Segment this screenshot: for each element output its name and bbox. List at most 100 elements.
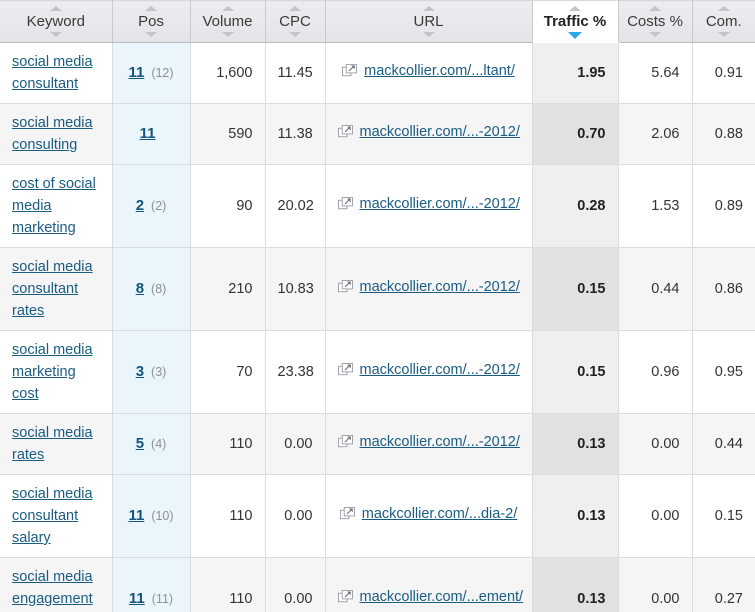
cell-url: mackcollier.com/...-2012/ (325, 413, 533, 475)
url-cell-inner: mackcollier.com/...-2012/ (337, 276, 520, 298)
column-header-pos[interactable]: Pos (112, 0, 191, 43)
url-link[interactable]: mackcollier.com/...ltant/ (364, 60, 515, 82)
cell-competition: 0.89 (692, 164, 755, 248)
sort-desc-icon[interactable] (49, 32, 62, 37)
url-cell-inner: mackcollier.com/...ltant/ (342, 60, 515, 82)
sort-asc-icon[interactable] (145, 6, 157, 11)
cell-position: 5 (4) (112, 413, 191, 475)
external-link-icon[interactable] (337, 124, 353, 140)
cell-keyword: social media consulting (0, 103, 113, 165)
cell-url: mackcollier.com/...-2012/ (325, 330, 533, 414)
position-link[interactable]: 11 (140, 125, 156, 142)
sort-desc-icon[interactable] (422, 32, 435, 37)
position-link[interactable]: 11 (128, 64, 144, 81)
column-header-com[interactable]: Com. (692, 0, 755, 43)
position-link[interactable]: 8 (136, 280, 144, 297)
cell-keyword: social media consultant (0, 42, 113, 104)
keyword-link[interactable]: social media consultant rates (12, 259, 93, 319)
position-link[interactable]: 2 (136, 197, 144, 214)
cell-traffic-percent: 1.95 (532, 42, 619, 104)
url-link[interactable]: mackcollier.com/...-2012/ (360, 276, 520, 298)
cell-cpc: 23.38 (265, 330, 326, 414)
sort-desc-icon[interactable] (717, 32, 730, 37)
url-link[interactable]: mackcollier.com/...dia-2/ (362, 503, 518, 525)
sort-desc-icon[interactable] (289, 32, 301, 37)
column-header-keyword[interactable]: Keyword (0, 0, 113, 43)
column-header-volume[interactable]: Volume (190, 0, 266, 43)
cell-volume: 1,600 (190, 42, 266, 104)
keyword-link[interactable]: social media consultant (12, 54, 93, 92)
cell-competition: 0.88 (692, 103, 755, 165)
url-link[interactable]: mackcollier.com/...-2012/ (360, 121, 520, 143)
position-link[interactable]: 11 (128, 507, 144, 524)
sort-asc-icon[interactable] (49, 6, 62, 11)
cell-competition: 0.27 (692, 557, 755, 612)
keyword-link[interactable]: social media rates (12, 425, 93, 463)
table-row: social media rates 5 (4) 110 0.00 mackcollier… (0, 413, 755, 475)
column-header-costs[interactable]: Costs % (618, 0, 693, 43)
external-link-icon[interactable] (337, 196, 353, 212)
cell-traffic-percent: 0.13 (532, 474, 619, 558)
cell-url: mackcollier.com/...ement/ (325, 557, 533, 612)
column-header-traffic[interactable]: Traffic % (531, 0, 619, 43)
keyword-link[interactable]: social media marketing cost (12, 342, 93, 402)
position-link[interactable]: 3 (136, 363, 144, 380)
cell-volume: 210 (190, 247, 266, 331)
cell-costs-percent: 0.96 (618, 330, 693, 414)
cell-position: 8 (8) (112, 247, 191, 331)
cell-cpc: 0.00 (265, 557, 326, 612)
sort-desc-icon[interactable] (649, 32, 661, 37)
cell-costs-percent: 2.06 (618, 103, 693, 165)
cell-url: mackcollier.com/...-2012/ (325, 103, 533, 165)
cell-competition: 0.86 (692, 247, 755, 331)
sort-asc-icon[interactable] (717, 6, 730, 11)
cell-url: mackcollier.com/...ltant/ (325, 42, 533, 104)
cell-position: 3 (3) (112, 330, 191, 414)
external-link-icon[interactable] (339, 506, 355, 522)
url-link[interactable]: mackcollier.com/...ement/ (360, 586, 524, 608)
previous-position: (8) (151, 282, 167, 296)
url-cell-inner: mackcollier.com/...-2012/ (337, 193, 520, 215)
cell-keyword: cost of social media marketing (0, 164, 113, 248)
previous-position: (2) (151, 199, 167, 213)
table-header: Keyword Pos Volume CPC URL Traffic % Costs % Co… (0, 0, 755, 43)
external-link-icon[interactable] (337, 434, 353, 450)
cell-position: 11 (11) (112, 557, 191, 612)
column-header-url[interactable]: URL (325, 0, 533, 43)
sort-asc-icon[interactable] (289, 6, 301, 11)
table-row: social media marketing cost 3 (3) 70 23.38 ma… (0, 330, 755, 414)
url-cell-inner: mackcollier.com/...ement/ (337, 586, 524, 608)
external-link-icon[interactable] (337, 589, 353, 605)
cell-traffic-percent: 0.28 (532, 164, 619, 248)
sort-asc-icon[interactable] (422, 6, 435, 11)
cell-competition: 0.91 (692, 42, 755, 104)
keyword-link[interactable]: social media engagement strategy (12, 569, 93, 612)
column-header-cpc[interactable]: CPC (265, 0, 326, 43)
cell-position: 2 (2) (112, 164, 191, 248)
cell-url: mackcollier.com/...-2012/ (325, 164, 533, 248)
url-link[interactable]: mackcollier.com/...-2012/ (360, 193, 520, 215)
previous-position: (11) (151, 592, 174, 606)
cell-volume: 90 (190, 164, 266, 248)
sort-asc-icon[interactable] (221, 6, 234, 11)
keyword-link[interactable]: social media consultant salary (12, 486, 93, 546)
url-cell-inner: mackcollier.com/...-2012/ (337, 121, 520, 143)
cell-keyword: social media consultant rates (0, 247, 113, 331)
sort-desc-icon[interactable] (145, 32, 157, 37)
url-link[interactable]: mackcollier.com/...-2012/ (360, 359, 520, 381)
external-link-icon[interactable] (337, 362, 353, 378)
sort-desc-icon[interactable] (221, 32, 234, 37)
position-link[interactable]: 11 (129, 590, 145, 607)
external-link-icon[interactable] (342, 63, 358, 79)
url-link[interactable]: mackcollier.com/...-2012/ (360, 431, 520, 453)
previous-position: (3) (151, 365, 167, 379)
position-link[interactable]: 5 (136, 435, 144, 452)
sort-desc-icon[interactable] (568, 32, 582, 39)
sort-asc-icon[interactable] (569, 6, 581, 11)
sort-asc-icon[interactable] (649, 6, 661, 11)
keyword-link[interactable]: cost of social media marketing (12, 176, 96, 236)
keyword-link[interactable]: social media consulting (12, 115, 93, 153)
cell-cpc: 0.00 (265, 474, 326, 558)
external-link-icon[interactable] (337, 279, 353, 295)
table-row: social media engagement strategy 11 (11)11… (0, 557, 755, 612)
